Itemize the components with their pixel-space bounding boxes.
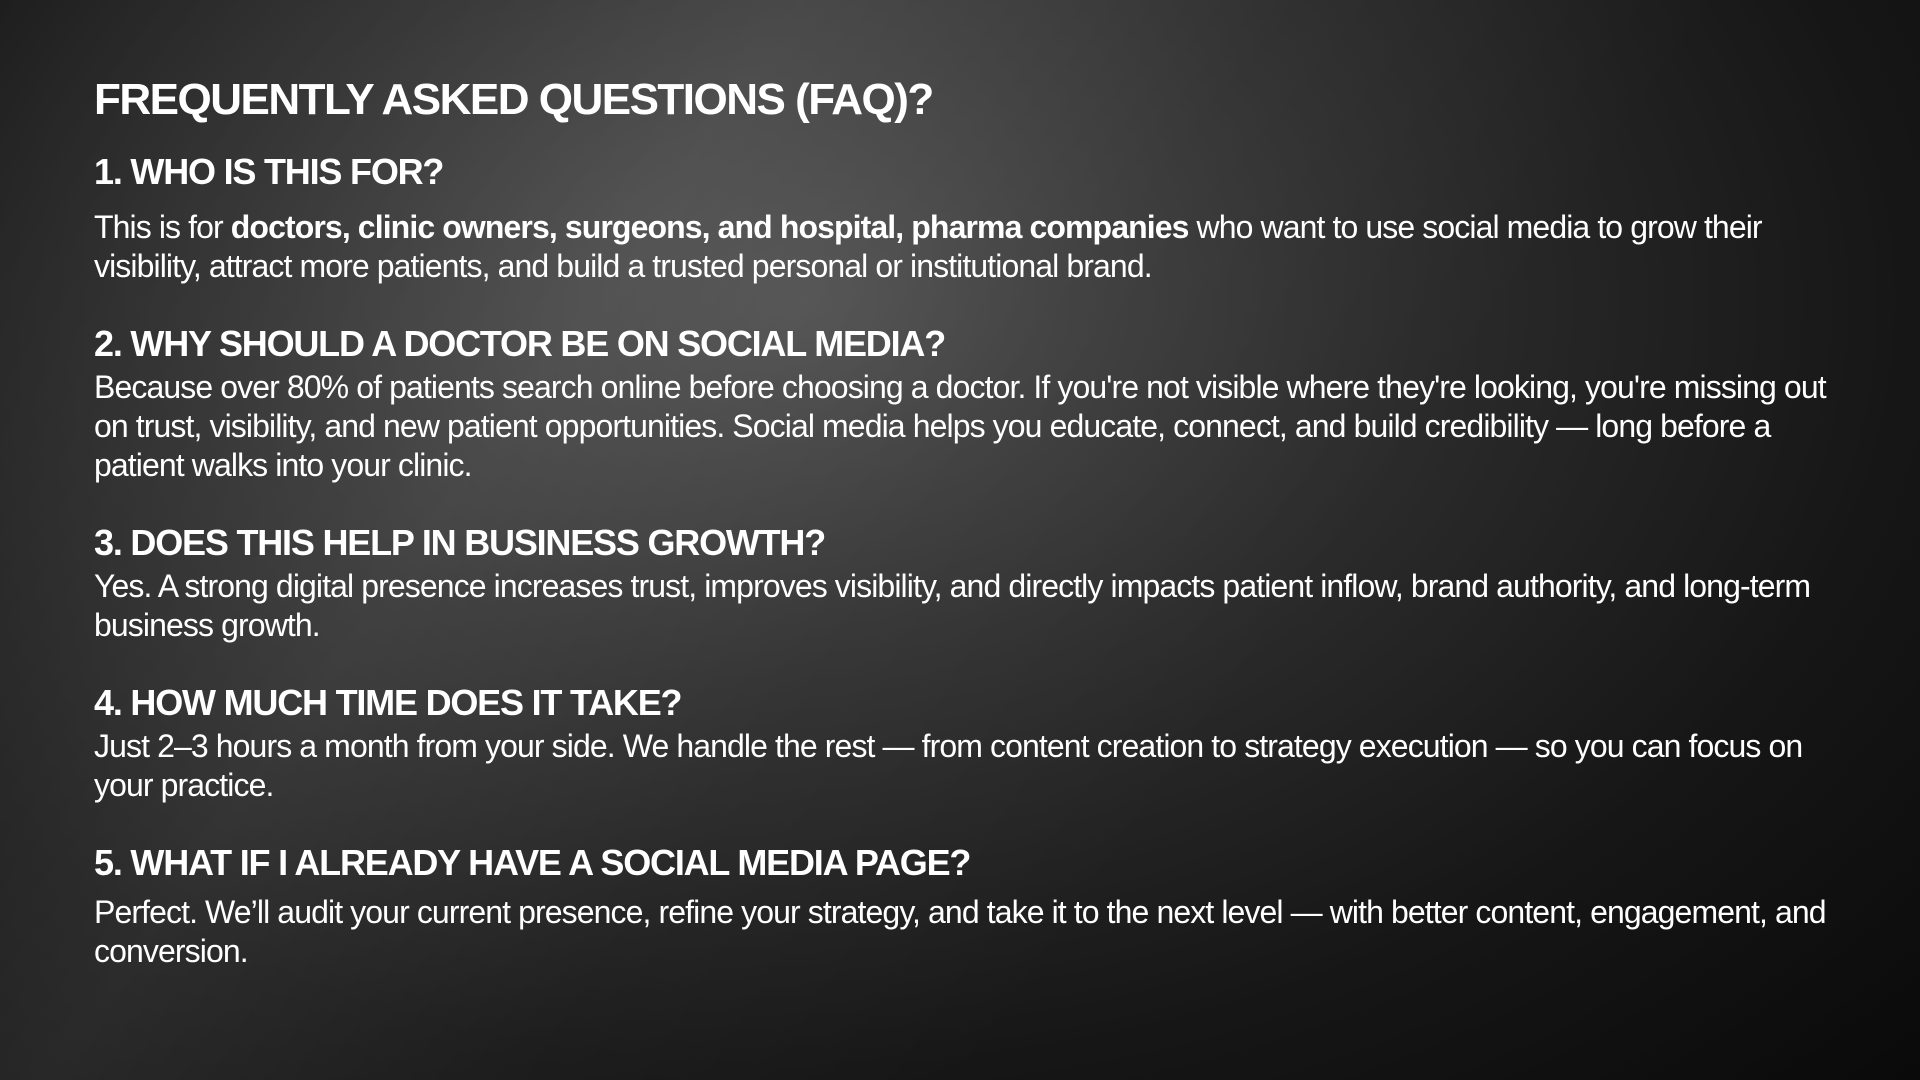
faq-answer: Just 2–3 hours a month from your side. W… [94,728,1803,803]
faq-question: 3. DOES THIS HELP IN BUSINESS GROWTH? [94,522,826,563]
faq-answer: Yes. A strong digital presence increases… [94,568,1811,643]
faq-item-time-required: 4. HOW MUCH TIME DOES IT TAKE? Just 2–3 … [94,679,1854,805]
page-title: FREQUENTLY ASKED QUESTIONS (FAQ)? [94,75,934,124]
faq-question: 4. HOW MUCH TIME DOES IT TAKE? [94,682,683,723]
faq-answer-emphasis: doctors, clinic owners, surgeons, and ho… [230,209,1190,245]
faq-item-existing-page: 5. WHAT IF I ALREADY HAVE A SOCIAL MEDIA… [94,839,1854,971]
faq-answer: This is for doctors, clinic owners, surg… [94,208,1854,286]
faq-question: 5. WHAT IF I ALREADY HAVE A SOCIAL MEDIA… [94,842,971,883]
faq-question: 1. WHO IS THIS FOR? [94,151,444,192]
faq-answer: Because over 80% of patients search onli… [94,369,1827,483]
faq-slide: FREQUENTLY ASKED QUESTIONS (FAQ)? 1. WHO… [94,72,1854,971]
faq-item-business-growth: 3. DOES THIS HELP IN BUSINESS GROWTH? Ye… [94,519,1854,645]
faq-item-why-social-media: 2. WHY SHOULD A DOCTOR BE ON SOCIAL MEDI… [94,320,1854,485]
faq-question: 2. WHY SHOULD A DOCTOR BE ON SOCIAL MEDI… [94,323,946,364]
faq-answer-text: This is for [94,209,231,245]
faq-answer: Perfect. We’ll audit your current presen… [94,894,1827,969]
faq-item-who-is-this-for: 1. WHO IS THIS FOR? This is for doctors,… [94,148,1854,286]
